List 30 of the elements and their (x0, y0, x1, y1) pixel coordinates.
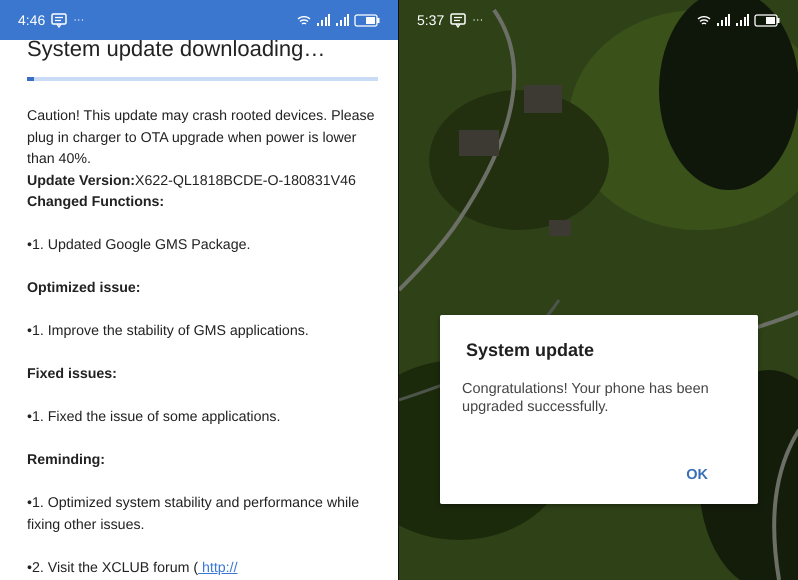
page-title: System update downloading… (27, 36, 326, 62)
wifi-icon (297, 14, 311, 26)
list-item: •1. Improve the stability of GMS applications. (27, 322, 310, 341)
dialog-title: System update (466, 339, 596, 362)
message-icon (450, 12, 466, 28)
forum-link[interactable]: http:// (198, 560, 238, 576)
dialog-message: Congratulations! Your phone has been upgraded successfully. (462, 380, 710, 416)
battery-icon (754, 14, 780, 26)
clock-time: 5:37 (417, 10, 444, 30)
list-item: •1. Updated Google GMS Package. (27, 236, 252, 255)
list-item: •2. Visit the XCLUB forum ( (27, 560, 198, 576)
ok-button[interactable]: OK (682, 463, 712, 489)
body-text: Caution! This update may crash rooted devices. Please plug in charger to OTA upgrade when power is lower than 40%. (27, 107, 376, 169)
signal-icon (735, 14, 749, 26)
section-heading: Reminding: (27, 451, 106, 470)
signal-icon (316, 14, 330, 26)
wifi-icon (697, 14, 711, 26)
body-text: Update Version:X622-QL1818BCDE-O-180831V46 (27, 172, 357, 190)
clock-time: 4:46 (18, 10, 46, 30)
message-icon (51, 12, 68, 28)
more-notifications: ··· (472, 12, 484, 28)
section-heading: Fixed issues: (27, 365, 118, 384)
signal-icon (335, 14, 349, 26)
list-item: •1. Optimized system stability and performance while fixing other issues. (27, 494, 360, 534)
more-notifications: ··· (73, 12, 84, 28)
list-item: •1. Fixed the issue of some applications. (27, 408, 282, 427)
section-heading: Optimized issue: (27, 279, 142, 298)
section-heading: Changed Functions: (27, 193, 166, 212)
battery-icon (354, 14, 380, 26)
signal-icon (716, 14, 730, 26)
